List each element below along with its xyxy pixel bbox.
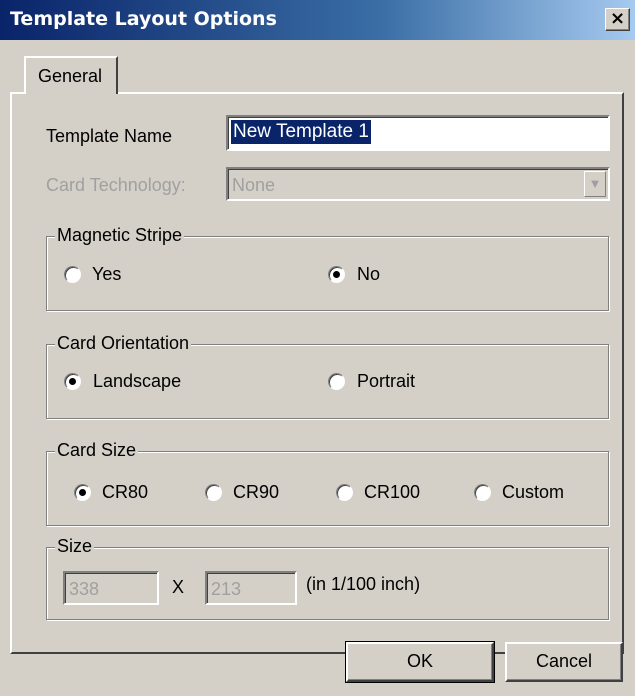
radio-portrait-label: Portrait (357, 371, 416, 391)
radio-cr100-label: CR100 (364, 482, 421, 502)
radio-landscape[interactable] (64, 373, 81, 390)
radio-cr100[interactable] (336, 484, 353, 501)
radio-magnetic-no-label: No (357, 264, 381, 284)
height-value: 213 (211, 579, 242, 599)
template-name-value: New Template 1 (231, 120, 371, 144)
magnetic-stripe-legend: Magnetic Stripe (55, 225, 185, 246)
height-input[interactable]: 213 (205, 571, 297, 605)
tab-general[interactable]: General (24, 56, 118, 94)
title-bar: Template Layout Options × (0, 0, 635, 40)
radio-cr80[interactable] (74, 484, 91, 501)
radio-portrait[interactable] (328, 373, 345, 390)
window-title: Template Layout Options (10, 8, 277, 30)
cancel-button[interactable]: Cancel (505, 642, 623, 682)
ok-button[interactable]: OK (345, 641, 495, 683)
template-name-input[interactable]: New Template 1 (226, 115, 610, 151)
size-unit-label: (in 1/100 inch) (306, 574, 421, 594)
radio-cr90[interactable] (205, 484, 222, 501)
card-technology-value: None (232, 175, 276, 195)
template-name-label: Template Name (46, 126, 173, 146)
chevron-down-icon[interactable]: ▼ (584, 171, 606, 197)
radio-custom[interactable] (474, 484, 491, 501)
radio-magnetic-no[interactable] (328, 266, 345, 283)
width-input[interactable]: 338 (63, 571, 159, 605)
tab-general-label: General (38, 66, 103, 86)
card-orientation-legend: Card Orientation (55, 333, 192, 354)
close-icon: × (609, 8, 626, 29)
radio-custom-label: Custom (502, 482, 565, 502)
size-separator: X (172, 577, 185, 597)
card-technology-label: Card Technology: (46, 175, 186, 195)
radio-landscape-label: Landscape (93, 371, 182, 391)
radio-cr80-label: CR80 (102, 482, 149, 502)
size-legend: Size (55, 536, 95, 557)
radio-magnetic-yes[interactable] (64, 266, 81, 283)
radio-cr90-label: CR90 (233, 482, 280, 502)
card-technology-select[interactable]: None ▼ (226, 167, 610, 201)
radio-magnetic-yes-label: Yes (92, 264, 122, 284)
close-button[interactable]: × (605, 8, 630, 31)
width-value: 338 (69, 579, 100, 599)
card-size-legend: Card Size (55, 440, 139, 461)
